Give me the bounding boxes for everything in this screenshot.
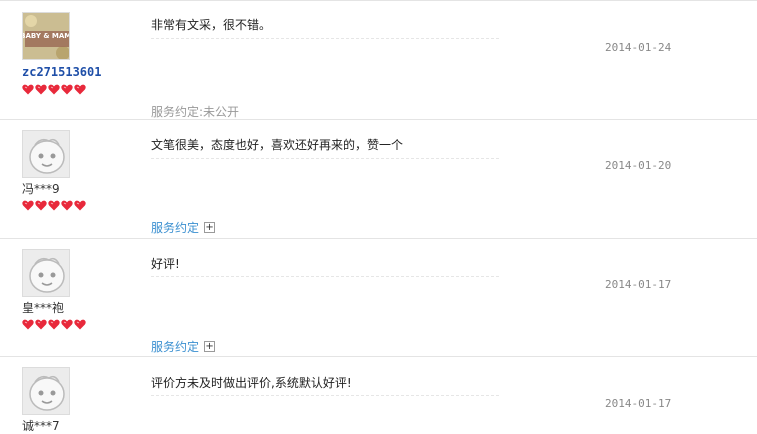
avatar[interactable]: BABY & MAMI: [22, 12, 70, 60]
heart-icon: [61, 319, 73, 330]
expand-icon[interactable]: +: [204, 341, 216, 352]
username[interactable]: 皇***袍: [22, 299, 64, 316]
default-face-icon: [23, 250, 69, 296]
rating-hearts: [22, 319, 86, 331]
heart-icon: [22, 319, 34, 330]
heart-icon: [35, 319, 47, 330]
review-divider: [0, 356, 757, 357]
service-agreement-text: 服务约定:未公开: [151, 103, 239, 120]
default-face-icon: [23, 131, 69, 177]
heart-icon: [48, 319, 60, 330]
heart-icon: [22, 200, 34, 211]
svg-text:BABY & MAMI: BABY & MAMI: [23, 32, 70, 40]
heart-icon: [35, 200, 47, 211]
service-agreement-label: 服务约定:未公开: [151, 105, 240, 119]
review-divider: [0, 119, 757, 120]
rating-hearts: [22, 84, 86, 96]
avatar[interactable]: [22, 130, 70, 178]
comment-divider: [151, 158, 499, 159]
heart-icon: [74, 319, 86, 330]
heart-icon: [61, 84, 73, 95]
baby-mami-avatar-image: BABY & MAMI: [23, 13, 70, 59]
review-divider: [0, 238, 757, 239]
review-date: 2014-01-17: [605, 278, 672, 291]
comment-divider: [151, 395, 499, 396]
avatar[interactable]: [22, 249, 70, 297]
service-agreement-toggle[interactable]: 服务约定 +: [151, 338, 216, 355]
review-comment: 非常有文采，很不错。: [151, 18, 272, 32]
username[interactable]: zc271513601: [22, 65, 101, 79]
comment-divider: [151, 38, 499, 39]
heart-icon: [74, 84, 86, 95]
comment-divider: [151, 276, 499, 277]
expand-icon[interactable]: +: [204, 222, 216, 233]
service-agreement-label[interactable]: 服务约定: [151, 338, 199, 355]
heart-icon: [61, 200, 73, 211]
heart-icon: [48, 200, 60, 211]
heart-icon: [22, 84, 34, 95]
heart-icon: [35, 84, 47, 95]
service-agreement-label[interactable]: 服务约定: [151, 219, 199, 236]
review-date: 2014-01-24: [605, 41, 672, 54]
heart-icon: [48, 84, 60, 95]
review-divider: [0, 0, 757, 1]
username[interactable]: 诚***7: [22, 417, 60, 434]
review-comment: 好评!: [151, 257, 180, 271]
review-date: 2014-01-20: [605, 159, 672, 172]
heart-icon: [74, 200, 86, 211]
username[interactable]: 冯***9: [22, 180, 60, 197]
review-date: 2014-01-17: [605, 397, 672, 410]
default-face-icon: [23, 368, 69, 414]
review-comment: 文笔很美，态度也好，喜欢还好再来的，赞一个: [151, 138, 404, 152]
review-comment: 评价方未及时做出评价,系统默认好评!: [151, 376, 352, 390]
avatar[interactable]: [22, 367, 70, 415]
service-agreement-toggle[interactable]: 服务约定 +: [151, 219, 216, 236]
rating-hearts: [22, 200, 86, 212]
